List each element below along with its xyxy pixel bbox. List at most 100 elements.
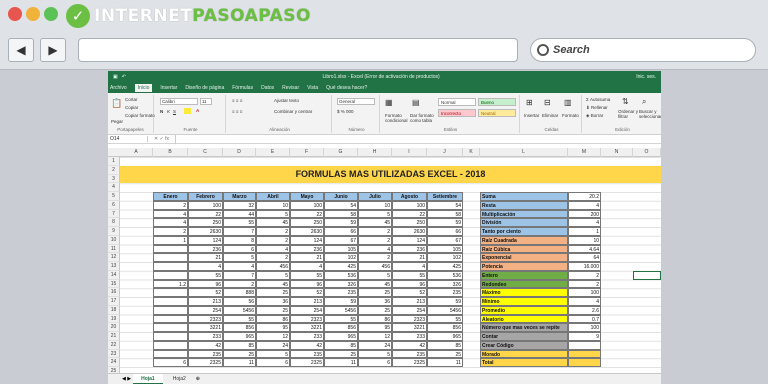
row-header[interactable]: 11 [108,244,120,254]
find-select-icon[interactable]: ⌕ [642,97,646,107]
row-header[interactable]: 16 [108,288,120,297]
sort-filter-button[interactable]: Ordenar y filtrar [618,109,638,119]
ribbon-tab[interactable]: Revisar [282,85,299,91]
insert-cells-icon[interactable]: ⊞ [526,98,533,107]
back-button[interactable]: ◀ [8,38,34,62]
bold-button[interactable]: N [160,109,163,114]
row-header[interactable]: 13 [108,262,120,271]
italic-button[interactable]: K [167,109,170,114]
sheet-tab[interactable]: Hoja1 [133,374,163,384]
undo-icon[interactable]: ↶ [122,74,126,80]
column-header[interactable]: B [153,148,188,157]
style-neutral[interactable]: Neutral [478,109,516,117]
row-header[interactable]: 19 [108,314,120,324]
row-header[interactable]: 8 [108,218,120,227]
row-header[interactable]: 7 [108,209,120,219]
sheet-tab[interactable]: Hoja2 [165,374,194,384]
column-header[interactable]: G [324,148,358,157]
user-signin[interactable]: Inic. ses. [636,74,656,80]
ribbon-tab[interactable]: Datos [261,85,274,91]
table-format-icon[interactable]: ▤ [412,98,420,107]
align-icons[interactable]: ≡ ≡ ≡ [232,98,242,103]
format-painter-button[interactable]: Copiar formato [125,113,155,118]
ribbon-tab[interactable]: Qué desea hacer? [326,85,367,91]
table-format-button[interactable]: Dar formato como tabla [410,113,436,123]
cut-button[interactable]: Cortar [125,97,138,102]
row-header[interactable]: 15 [108,279,120,289]
paste-button[interactable]: Pegar [111,119,123,124]
number-format-select[interactable]: General [337,98,375,105]
align-icons-2[interactable]: ≡ ≡ ≡ [232,109,242,114]
row-header[interactable]: 2 [108,165,120,175]
clear-button[interactable]: ◈ Borrar [586,113,603,119]
delete-cells-icon[interactable]: ⊟ [544,98,551,107]
row-header[interactable]: 18 [108,305,120,315]
forward-button[interactable]: ▶ [40,38,66,62]
column-header[interactable]: I [392,148,427,157]
column-header[interactable]: M [568,148,601,157]
autosum-button[interactable]: Σ Autosuma [586,97,610,102]
column-header[interactable]: J [427,148,463,157]
fill-color-icon[interactable] [184,108,191,114]
row-header[interactable]: 22 [108,340,120,350]
formula-input[interactable] [175,134,661,144]
column-header[interactable]: E [256,148,290,157]
conditional-format-button[interactable]: Formato condicional [385,113,408,123]
row-header[interactable]: 20 [108,323,120,332]
row-header[interactable]: 23 [108,349,120,359]
row-header[interactable]: 6 [108,200,120,210]
underline-button[interactable]: S [173,109,176,114]
name-box[interactable]: O14 [108,136,148,142]
find-select-button[interactable]: Buscar y seleccionar [639,109,661,119]
row-header[interactable]: 10 [108,235,120,245]
number-buttons[interactable]: $ % 000 [337,109,354,114]
sort-filter-icon[interactable]: ⇅ [622,97,629,106]
add-sheet-icon[interactable]: ⊕ [196,376,200,382]
merge-center-button[interactable]: Combinar y centrar [274,109,312,114]
ribbon-tab[interactable]: Fórmulas [232,85,253,91]
row-header[interactable]: 17 [108,297,120,306]
paste-icon[interactable]: 📋 [111,98,122,109]
wrap-text-button[interactable]: Ajustar texto [274,98,299,103]
column-header[interactable]: L [480,148,568,157]
format-cells-button[interactable]: Formato [562,113,579,118]
row-header[interactable]: 24 [108,358,120,367]
address-bar[interactable] [78,38,518,62]
font-size-select[interactable]: 11 [200,98,212,105]
fill-button[interactable]: ⬇ Rellenar [586,105,608,111]
font-color-icon[interactable]: A [196,108,199,113]
column-header[interactable]: N [601,148,633,157]
copy-button[interactable]: Copiar [125,105,138,110]
style-incorrecto[interactable]: Incorrecto [438,109,476,117]
row-header[interactable]: 9 [108,227,120,236]
column-header[interactable]: D [223,148,256,157]
conditional-format-icon[interactable]: ▦ [385,98,393,107]
selected-cell[interactable] [633,270,661,280]
ribbon-tab[interactable]: Inicio [134,84,153,92]
style-normal[interactable]: Normal [438,98,476,106]
format-cells-icon[interactable]: ▥ [564,98,572,107]
maximize-window-icon[interactable] [44,7,58,21]
column-header[interactable]: O [633,148,661,157]
row-header[interactable]: 12 [108,253,120,262]
sheet-nav-icon[interactable]: ◀ ▶ [122,376,131,382]
row-header[interactable]: 14 [108,270,120,280]
row-header[interactable]: 5 [108,192,120,201]
column-header[interactable]: A [120,148,153,157]
save-icon[interactable]: ▣ [113,74,118,80]
column-header[interactable]: H [358,148,392,157]
row-header[interactable]: 4 [108,183,120,192]
column-header[interactable]: C [188,148,223,157]
delete-cells-button[interactable]: Eliminar [542,113,558,118]
ribbon-tab[interactable]: Insertar [160,85,177,91]
style-bueno[interactable]: Bueno [478,98,516,106]
minimize-window-icon[interactable] [26,7,40,21]
row-header[interactable]: 3 [108,174,120,184]
ribbon-tab[interactable]: Diseño de página [185,85,224,91]
font-name-select[interactable]: Calibri [160,98,198,105]
row-header[interactable]: 21 [108,332,120,341]
row-header[interactable]: 1 [108,157,120,166]
fx-icon[interactable]: ✕ ✓ fx [148,136,175,142]
search-box[interactable]: Search [530,38,756,62]
ribbon-tab[interactable]: Archivo [110,85,127,91]
